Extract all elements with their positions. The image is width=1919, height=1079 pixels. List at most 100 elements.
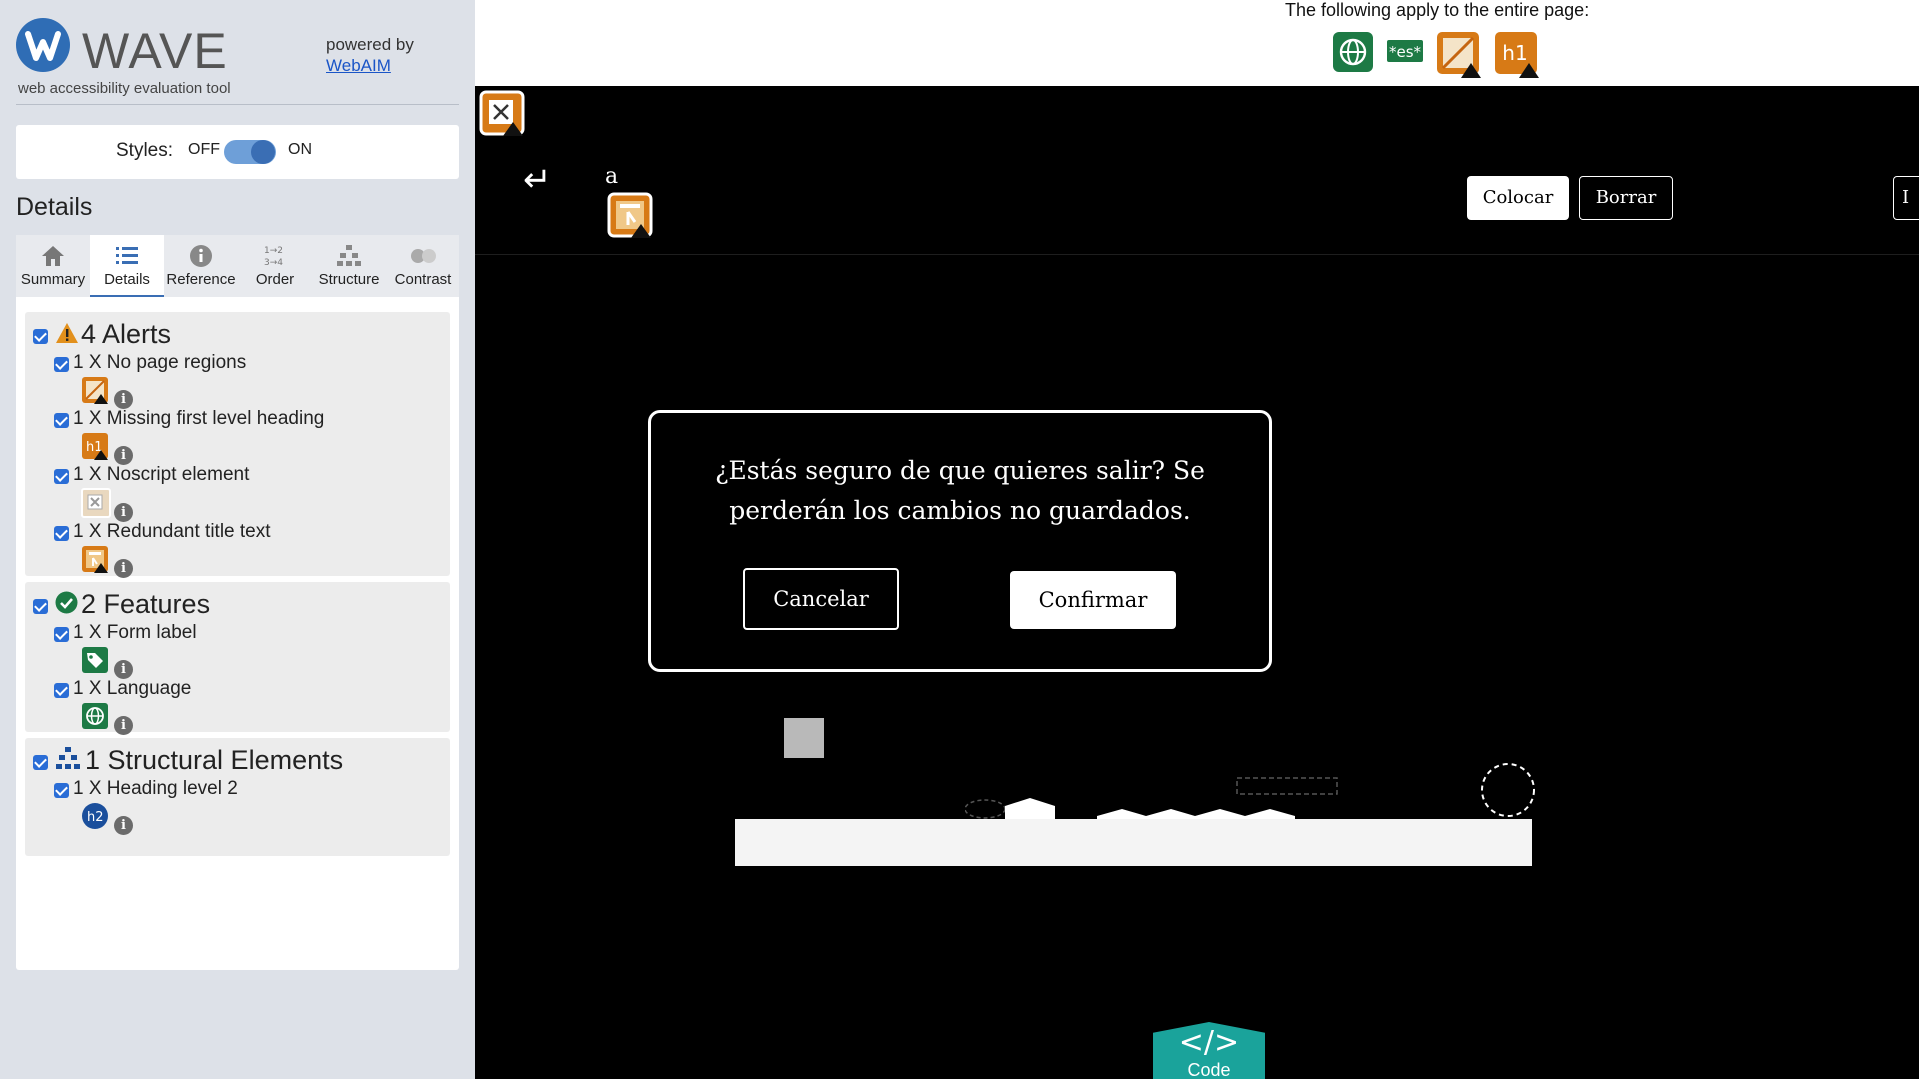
tab-structure-label: Structure (318, 271, 380, 288)
dashed-oval (965, 799, 1006, 819)
alerts-group: 4 Alerts 1 X No page regions i 1 X Missi… (25, 312, 450, 578)
wave-title: WAVE (82, 23, 228, 79)
back-arrow-icon[interactable]: ↵ (523, 163, 552, 197)
tab-structure[interactable]: Structure (312, 235, 386, 297)
form-label-tag-icon[interactable] (81, 646, 109, 674)
powered-by: powered by WebAIM (326, 34, 414, 76)
contrast-icon (386, 235, 460, 271)
no-page-regions-icon[interactable] (81, 376, 109, 404)
info-icon[interactable]: i (114, 390, 133, 409)
styles-label: Styles: (116, 140, 174, 161)
tab-contrast[interactable]: Contrast (386, 235, 460, 297)
noscript-icon[interactable] (479, 90, 525, 136)
divider (16, 104, 459, 105)
partial-button[interactable]: I (1893, 176, 1919, 220)
ground-platform (735, 819, 1532, 866)
house-block (1005, 798, 1055, 820)
feature-language-checkbox[interactable] (54, 683, 69, 698)
tab-summary[interactable]: Summary (16, 235, 90, 297)
tab-order-label: Order (255, 271, 295, 288)
editor-stage: ↵ a Colocar Borrar I ¿Estás seguro de qu… (475, 86, 1919, 1079)
alert-no-page-regions-checkbox[interactable] (54, 357, 69, 372)
alerts-checkbox[interactable] (33, 329, 48, 344)
styles-on-label: ON (288, 141, 312, 158)
code-label: Code (1187, 1060, 1231, 1079)
info-icon[interactable]: i (114, 816, 133, 835)
alert-redundant-title-label: 1 X Redundant title text (73, 521, 271, 542)
structure-title: 1 Structural Elements (85, 745, 344, 775)
gray-block[interactable] (784, 718, 824, 758)
feature-form-label-label: 1 X Form label (73, 622, 197, 643)
cancel-button[interactable]: Cancelar (743, 568, 899, 630)
language-globe-icon[interactable] (81, 702, 109, 730)
toggle-knob (251, 140, 275, 164)
info-icon[interactable]: i (114, 716, 133, 735)
webaim-link[interactable]: WebAIM (326, 55, 414, 76)
structure-h2-checkbox[interactable] (54, 783, 69, 798)
alert-triangle-icon (56, 323, 78, 343)
features-group: 2 Features 1 X Form label i 1 X Language… (25, 582, 450, 735)
styles-off-label: OFF (188, 141, 220, 158)
wave-logo-icon (16, 18, 70, 72)
structure-h2-label: 1 X Heading level 2 (73, 778, 238, 799)
heading-h2-icon[interactable]: h2 (81, 802, 109, 830)
no-page-regions-icon[interactable] (1435, 30, 1483, 78)
structure-icon (312, 235, 386, 271)
small-text: a (605, 164, 619, 189)
features-checkbox[interactable] (33, 599, 48, 614)
alerts-title: 4 Alerts (81, 319, 172, 349)
tab-contrast-label: Contrast (394, 271, 452, 288)
info-icon[interactable]: i (114, 503, 133, 522)
svg-text:h2: h2 (87, 810, 104, 825)
header-divider (475, 254, 1919, 255)
noscript-icon[interactable] (81, 488, 111, 518)
missing-h1-text: h1 (1502, 41, 1527, 65)
code-icon: </> (1178, 1025, 1240, 1060)
dashed-platform (1236, 777, 1338, 795)
tab-reference-label: Reference (166, 271, 236, 288)
tab-order[interactable]: 1→2 3→4 Order (238, 235, 312, 297)
tab-details[interactable]: Details (90, 235, 164, 297)
structure-group: 1 Structural Elements 1 X Heading level … (25, 738, 450, 856)
features-title: 2 Features (81, 589, 211, 619)
dialog-message: ¿Estás seguro de que quieres salir? Se p… (715, 456, 1205, 525)
code-button[interactable]: </> Code (1153, 1022, 1265, 1079)
styles-toggle[interactable] (224, 140, 276, 164)
alert-noscript-label: 1 X Noscript element (73, 464, 250, 485)
alert-redundant-title-checkbox[interactable] (54, 526, 69, 541)
page-level-text: The following apply to the entire page: (1285, 0, 1590, 20)
info-icon (164, 235, 238, 271)
missing-h1-icon[interactable]: h1 (81, 432, 109, 460)
wave-subtitle: web accessibility evaluation tool (18, 80, 231, 97)
styles-toggle-box: Styles: OFF ON (16, 125, 459, 179)
place-button[interactable]: Colocar (1467, 176, 1569, 220)
feature-form-label-checkbox[interactable] (54, 627, 69, 642)
feature-language-label: 1 X Language (73, 678, 192, 699)
confirm-exit-dialog: ¿Estás seguro de que quieres salir? Se p… (648, 410, 1272, 672)
erase-button[interactable]: Borrar (1579, 176, 1673, 220)
alert-missing-h1-checkbox[interactable] (54, 413, 69, 428)
structure-checkbox[interactable] (33, 755, 48, 770)
structure-tree-icon (56, 747, 80, 769)
tab-summary-label: Summary (20, 271, 86, 288)
info-icon[interactable]: i (114, 559, 133, 578)
redundant-title-icon[interactable] (81, 545, 109, 573)
svg-text:1→2: 1→2 (264, 246, 283, 256)
confirm-button[interactable]: Confirmar (1010, 571, 1176, 629)
info-icon[interactable]: i (114, 660, 133, 679)
page-level-bar: The following apply to the entire page: … (475, 0, 1919, 86)
tab-reference[interactable]: Reference (164, 235, 238, 297)
language-es-badge-icon[interactable]: *es* (1383, 30, 1427, 74)
alert-noscript-checkbox[interactable] (54, 469, 69, 484)
order-icon: 1→2 3→4 (238, 235, 312, 271)
powered-by-text: powered by (326, 35, 414, 54)
language-globe-icon[interactable] (1331, 30, 1375, 74)
wave-sidebar: WAVE web accessibility evaluation tool p… (0, 0, 475, 1079)
tab-bar: Summary Details Reference 1→2 3→4 Order S… (16, 235, 459, 297)
home-icon (16, 235, 90, 271)
redundant-title-icon[interactable] (607, 192, 655, 240)
missing-h1-icon[interactable]: h1 (1493, 30, 1541, 78)
info-icon[interactable]: i (114, 446, 133, 465)
language-es-badge-text: *es* (1389, 43, 1422, 61)
details-heading: Details (16, 193, 93, 221)
